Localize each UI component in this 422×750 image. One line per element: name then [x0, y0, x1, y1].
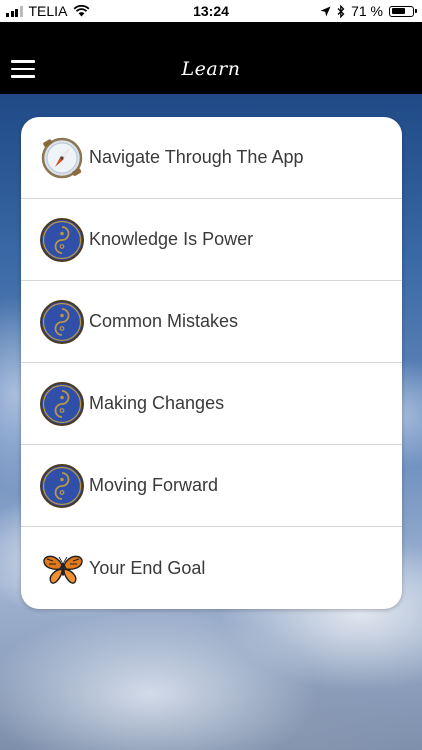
menu-item-making-changes[interactable]: Making Changes — [21, 363, 402, 445]
status-bar: TELIA 13:24 71 % — [0, 0, 422, 22]
battery-level — [391, 8, 405, 14]
butterfly-icon — [39, 545, 85, 591]
yin-yang-icon — [39, 217, 85, 263]
menu-item-label: Common Mistakes — [89, 311, 239, 331]
page-title: Learn — [181, 58, 241, 80]
menu-item-label: Making Changes — [89, 393, 225, 413]
yin-yang-icon — [39, 463, 85, 509]
status-right: 71 % — [320, 3, 417, 19]
menu-item-label: Your End Goal — [89, 557, 206, 578]
location-icon — [320, 6, 331, 16]
menu-item-moving-forward[interactable]: Moving Forward — [21, 445, 402, 527]
menu-item-label: Navigate Through The App — [89, 147, 304, 167]
menu-item-label: Knowledge Is Power — [89, 229, 254, 249]
battery-percentage: 71 % — [351, 3, 383, 19]
menu-item-navigate[interactable]: Navigate Through The App — [21, 117, 402, 199]
yin-yang-icon — [39, 299, 85, 345]
menu-item-common-mistakes[interactable]: Common Mistakes — [21, 281, 402, 363]
menu-item-end-goal[interactable]: Your End Goal — [21, 527, 402, 609]
bluetooth-icon — [337, 4, 345, 18]
menu-item-label: Moving Forward — [89, 475, 219, 495]
navigation-bar: Learn — [0, 22, 422, 94]
battery-icon — [389, 5, 417, 17]
yin-yang-icon — [39, 381, 85, 427]
compass-icon — [39, 135, 85, 181]
menu-item-knowledge[interactable]: Knowledge Is Power — [21, 199, 402, 281]
learn-menu-card: Navigate Through The App Knowledge Is Po… — [21, 117, 402, 609]
